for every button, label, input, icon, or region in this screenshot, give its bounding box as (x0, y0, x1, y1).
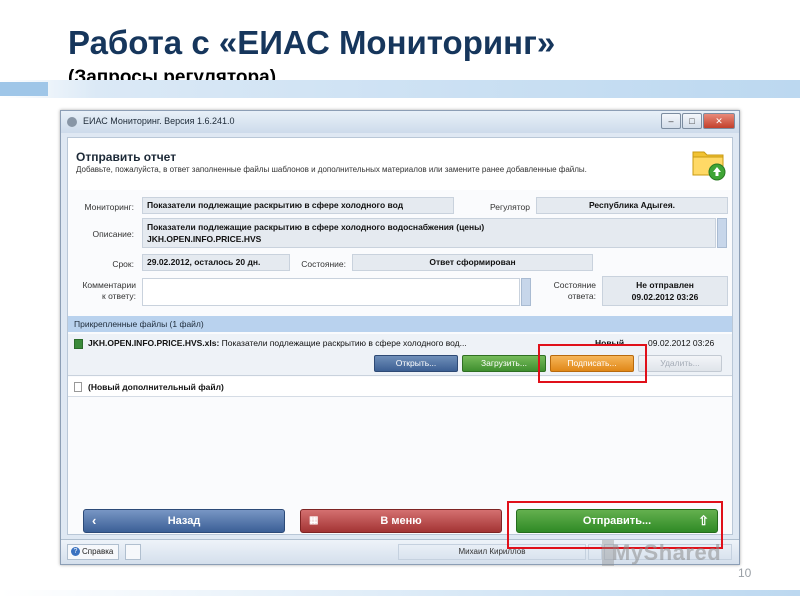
answer-state-label-line-1: Состояние (553, 280, 596, 290)
close-button[interactable]: ✕ (703, 113, 735, 129)
answer-state-label: Состояние ответа: (538, 280, 596, 302)
window-titlebar: ЕИАС Мониторинг. Версия 1.6.241.0 – □ ✕ (61, 111, 739, 133)
page-header: Отправить отчет Добавьте, пожалуйста, в … (68, 138, 732, 190)
comment-label: Комментарии к ответу: (68, 280, 136, 302)
page-title: Отправить отчет (76, 150, 177, 164)
comment-scrollbar[interactable] (521, 278, 531, 306)
watermark: MyShared (612, 540, 722, 565)
help-icon: ? (71, 547, 80, 556)
help-label: Справка (82, 547, 114, 556)
regulator-label: Регулятор (489, 202, 530, 212)
back-button-label: Назад (167, 515, 201, 527)
comment-label-line-1: Комментарии (82, 280, 136, 290)
regulator-field: Республика Адыгея. (536, 197, 728, 214)
new-file-label: (Новый дополнительный файл) (88, 382, 224, 392)
open-file-button[interactable]: Открыть... (374, 355, 458, 372)
answer-state-line-1: Не отправлен (636, 280, 694, 290)
page-description: Добавьте, пожалуйста, в ответ заполненны… (76, 165, 587, 174)
help-button[interactable]: ? Справка (67, 544, 119, 560)
back-button[interactable]: ‹ Назад (83, 509, 285, 533)
blank-file-icon (74, 382, 82, 392)
connection-icon[interactable] (125, 544, 141, 560)
monitoring-field: Показатели подлежащие раскрытию в сфере … (142, 197, 454, 214)
answer-state-line-2: 09.02.2012 03:26 (631, 292, 699, 302)
sign-button-highlight (538, 344, 647, 383)
menu-button[interactable]: ▦ В меню (300, 509, 502, 533)
grid-icon: ▦ (309, 515, 319, 526)
delete-file-button[interactable]: Удалить... (638, 355, 722, 372)
description-line-2: JKH.OPEN.INFO.PRICE.HVS (147, 234, 262, 244)
answer-state-field: Не отправлен 09.02.2012 03:26 (602, 276, 728, 306)
slide-number: 10 (738, 566, 752, 580)
folder-upload-icon (692, 151, 726, 181)
deadline-field: 29.02.2012, осталось 20 дн. (142, 254, 290, 271)
decorative-band-accent (0, 82, 48, 96)
description-label: Описание: (92, 229, 134, 239)
main-content: Отправить отчет Добавьте, пожалуйста, в … (67, 137, 733, 535)
decorative-band-top (0, 80, 800, 98)
file-date: 09.02.2012 03:26 (648, 338, 715, 348)
file-description: Показатели подлежащие раскрытию в сфере … (219, 338, 467, 348)
maximize-button[interactable]: □ (682, 113, 702, 129)
minimize-button[interactable]: – (661, 113, 681, 129)
app-window: ЕИАС Мониторинг. Версия 1.6.241.0 – □ ✕ … (60, 110, 740, 565)
slide-title: Работа с «ЕИАС Мониторинг» (68, 24, 556, 61)
state-label: Состояние: (301, 259, 346, 269)
menu-button-label: В меню (380, 515, 422, 527)
excel-file-icon (74, 339, 83, 349)
deadline-label: Срок: (112, 259, 134, 269)
comment-label-line-2: к ответу: (102, 291, 136, 301)
attached-files-title: Прикрепленные файлы (1 файл) (74, 319, 204, 329)
description-field: Показатели подлежащие раскрытию в сфере … (142, 218, 716, 248)
state-field: Ответ сформирован (352, 254, 593, 271)
presentation-slide: Работа с «ЕИАС Мониторинг» (Запросы регу… (0, 0, 800, 600)
window-title: ЕИАС Мониторинг. Версия 1.6.241.0 (83, 116, 235, 126)
arrow-left-icon: ‹ (92, 513, 97, 528)
attached-files-header: Прикрепленные файлы (1 файл) (68, 316, 732, 332)
app-icon (67, 117, 77, 127)
file-name: JKH.OPEN.INFO.PRICE.HVS.xls: Показатели … (88, 338, 467, 348)
file-name-code: JKH.OPEN.INFO.PRICE.HVS.xls: (88, 338, 220, 348)
description-line-1: Показатели подлежащие раскрытию в сфере … (147, 222, 485, 232)
description-scrollbar[interactable] (717, 218, 727, 248)
comment-input[interactable] (142, 278, 520, 306)
monitoring-label: Мониторинг: (84, 202, 134, 212)
decorative-band-bottom (0, 590, 800, 596)
upload-file-button[interactable]: Загрузить... (462, 355, 546, 372)
answer-state-label-line-2: ответа: (567, 291, 596, 301)
